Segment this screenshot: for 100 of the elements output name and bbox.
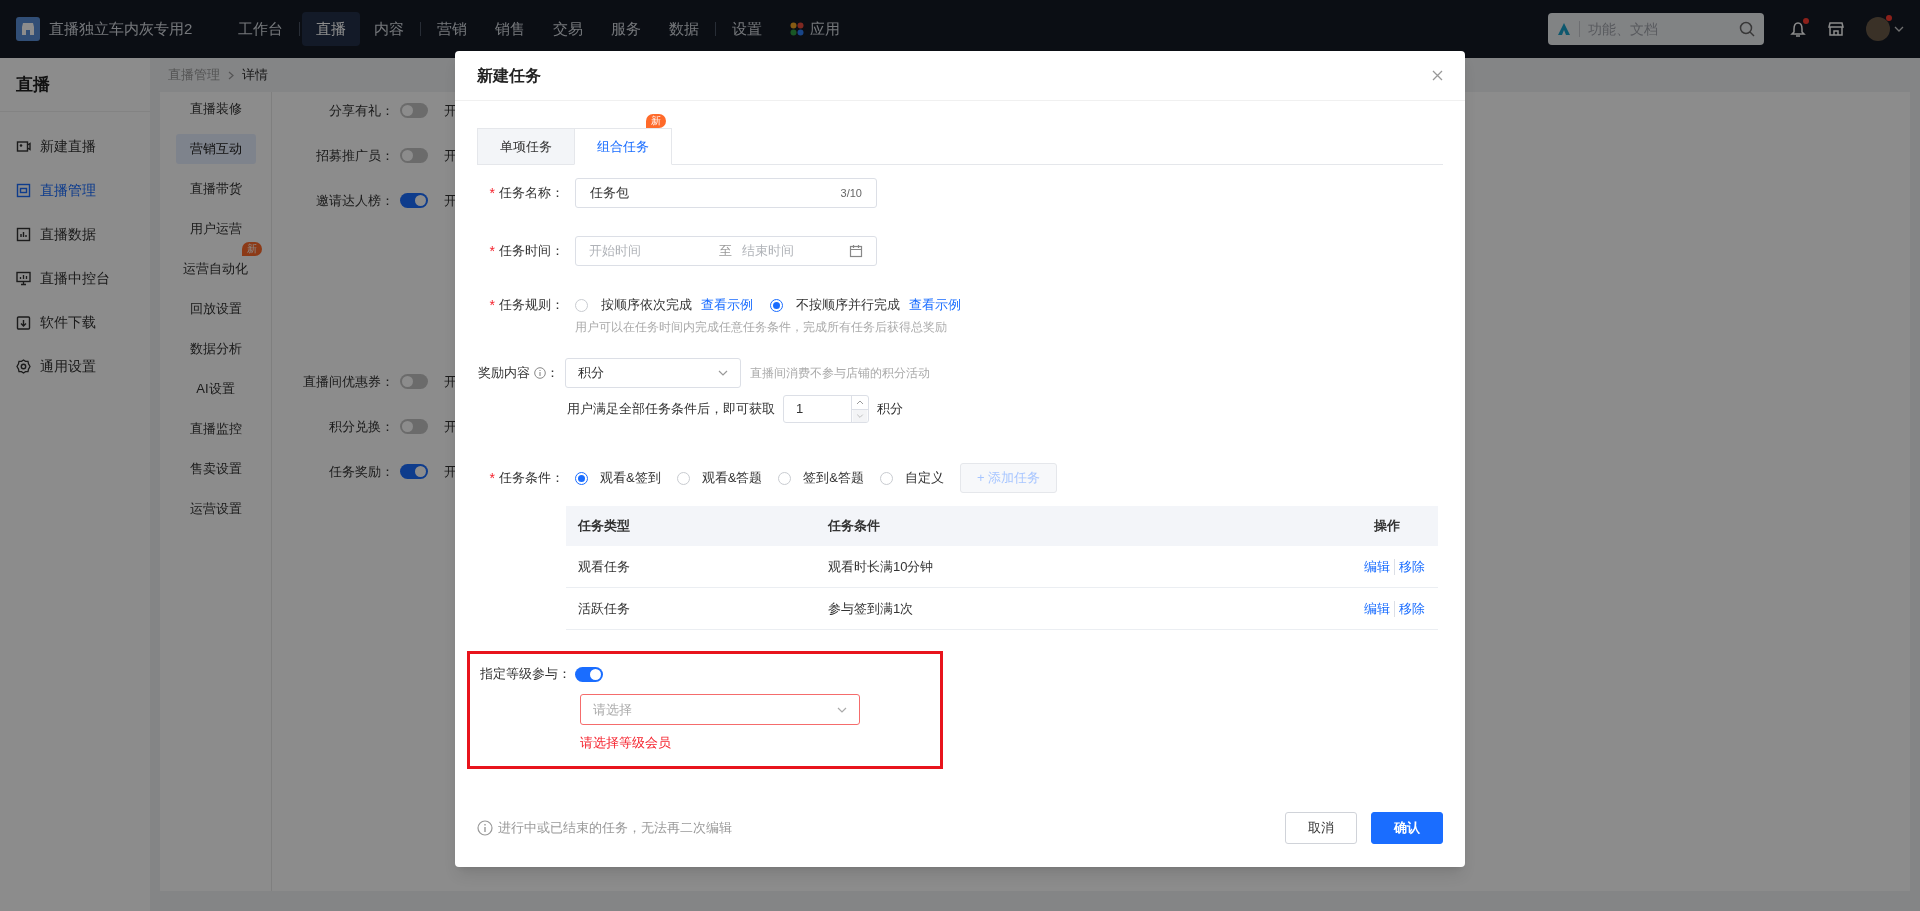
radio-label: 不按顺序并行完成 [796,296,900,315]
radio-label: 按顺序依次完成 [601,296,692,315]
search-icon [1739,21,1755,37]
toggle-state-text: 开 [444,146,457,165]
toggle-switch[interactable] [400,193,428,208]
toggle-state-text: 开 [444,372,457,391]
sidebar-item[interactable]: 直播数据 [0,212,150,256]
amount-label: 用户满足全部任务条件后，即可获取 [567,400,775,419]
nav-tab[interactable]: 内容 [360,12,419,46]
sidebar-item[interactable]: 新建直播 [0,124,150,168]
form-tab[interactable]: 单项任务 [477,128,574,165]
action-link[interactable]: 编辑 [1364,598,1390,619]
toggle-switch[interactable] [400,374,428,389]
table-cell-text: 观看任务 [577,557,631,576]
cancel-button[interactable]: 取消 [1285,812,1357,844]
setting-label: 积分兑换： [328,417,395,436]
sidebar-item[interactable]: 通用设置 [0,344,150,388]
required-asterisk: * [489,241,495,261]
table-cell-text: 活跃任务 [577,599,631,618]
required-asterisk: * [489,468,495,488]
chevron-right-icon [228,70,234,80]
sub-nav-item[interactable]: 直播装修 [175,94,256,124]
info-icon [477,820,493,836]
chevron-down-icon [718,370,728,376]
end-time-placeholder: 结束时间 [742,242,795,261]
toggle-switch[interactable] [400,148,428,163]
screen-icon [16,182,31,198]
start-time-placeholder: 开始时间 [589,242,642,261]
sub-nav-item[interactable]: 直播带货 [175,174,256,204]
radio-label: 签到&答题 [803,469,864,488]
table-cell-text: 观看时长满10分钟 [827,557,935,576]
form-tab[interactable]: 组合任务 [574,128,672,165]
field-label: 奖励内容 [478,364,530,383]
level-toggle[interactable] [575,666,603,682]
brand-logo-icon [1557,22,1571,36]
reward-note: 直播间消费不参与店铺的积分活动 [750,365,930,382]
task-name-field[interactable]: 任务包 3/10 [575,178,877,208]
sub-nav-item[interactable]: 用户运营 [175,214,256,244]
sidebar-item[interactable]: 软件下载 [0,300,150,344]
points-stepper[interactable]: 1 [783,395,869,423]
action-link[interactable]: 移除 [1399,556,1425,577]
chevron-down-icon [837,706,847,713]
toggle-switch[interactable] [400,464,428,479]
sub-nav-item[interactable]: 数据分析 [175,334,256,364]
field-label: 指定等级参与： [480,665,571,684]
sub-nav-item[interactable]: 运营自动化 [175,254,256,284]
nav-tab[interactable]: 设置 [718,12,777,46]
sub-nav-item[interactable]: 回放设置 [175,294,256,324]
radio-label: 自定义 [905,469,944,488]
camera-icon [16,138,31,154]
sidebar-title: 直播 [16,73,50,96]
nav-tab[interactable]: 工作台 [224,12,298,46]
store-icon [1828,21,1844,37]
sub-nav-item[interactable]: 直播监控 [175,414,256,444]
reward-select[interactable]: 积分 [565,358,741,388]
toggle-switch[interactable] [400,419,428,434]
setting-label: 直播间优惠券： [302,372,395,391]
sidebar-item[interactable]: 直播管理 [0,168,150,212]
nav-tab[interactable]: 交易 [539,12,598,46]
nav-tab[interactable]: 服务 [597,12,656,46]
column-header: 任务条件 [826,517,881,536]
sub-nav-item[interactable]: 运营设置 [175,494,256,524]
view-example-link[interactable]: 查看示例 [909,295,961,315]
table-cell-text: 参与签到满1次 [827,599,915,618]
field-label: 任务规则： [499,296,564,315]
nav-tab[interactable]: 数据 [655,12,714,46]
nav-tab[interactable]: 应用 [776,12,855,46]
calendar-icon [849,244,863,258]
rule-hint: 用户可以在任务时间内完成任意任务条件，完成所有任务后获得总奖励 [574,319,948,336]
caret-down-icon [852,409,868,422]
action-link[interactable]: 编辑 [1364,556,1390,577]
notification-bell-icon[interactable] [1790,20,1806,38]
sub-nav-item[interactable]: 售卖设置 [175,454,256,484]
date-range-field[interactable]: 开始时间 至 结束时间 [575,236,877,266]
setting-label: 任务奖励： [328,462,395,481]
error-message: 请选择等级会员 [580,734,672,752]
bar-chart-icon [16,226,31,242]
nav-tab[interactable]: 直播 [302,12,361,46]
avatar-icon[interactable] [1866,17,1890,41]
dialog-title: 新建任务 [477,65,541,86]
footer-note: 进行中或已结束的任务，无法再二次编辑 [498,819,733,838]
new-badge: 新 [241,242,262,256]
info-icon [534,367,546,379]
confirm-button[interactable]: 确认 [1371,812,1443,844]
column-header: 任务类型 [576,517,631,536]
sub-nav-item[interactable]: AI设置 [175,374,256,404]
field-label: 任务名称： [499,184,564,203]
setting-label: 招募推广员： [315,146,395,165]
nav-tab[interactable]: 销售 [481,12,540,46]
sub-nav-item[interactable]: 营销互动 [175,134,256,164]
action-link[interactable]: 移除 [1399,598,1425,619]
character-count: 3/10 [840,185,862,201]
amount-unit: 积分 [877,400,903,419]
column-header: 操作 [1373,517,1401,536]
view-example-link[interactable]: 查看示例 [701,295,753,315]
toggle-switch[interactable] [400,103,428,118]
field-label: 任务条件： [499,469,564,488]
nav-tab[interactable]: 营销 [423,12,482,46]
sidebar-item[interactable]: 直播中控台 [0,256,150,300]
required-asterisk: * [489,295,495,315]
